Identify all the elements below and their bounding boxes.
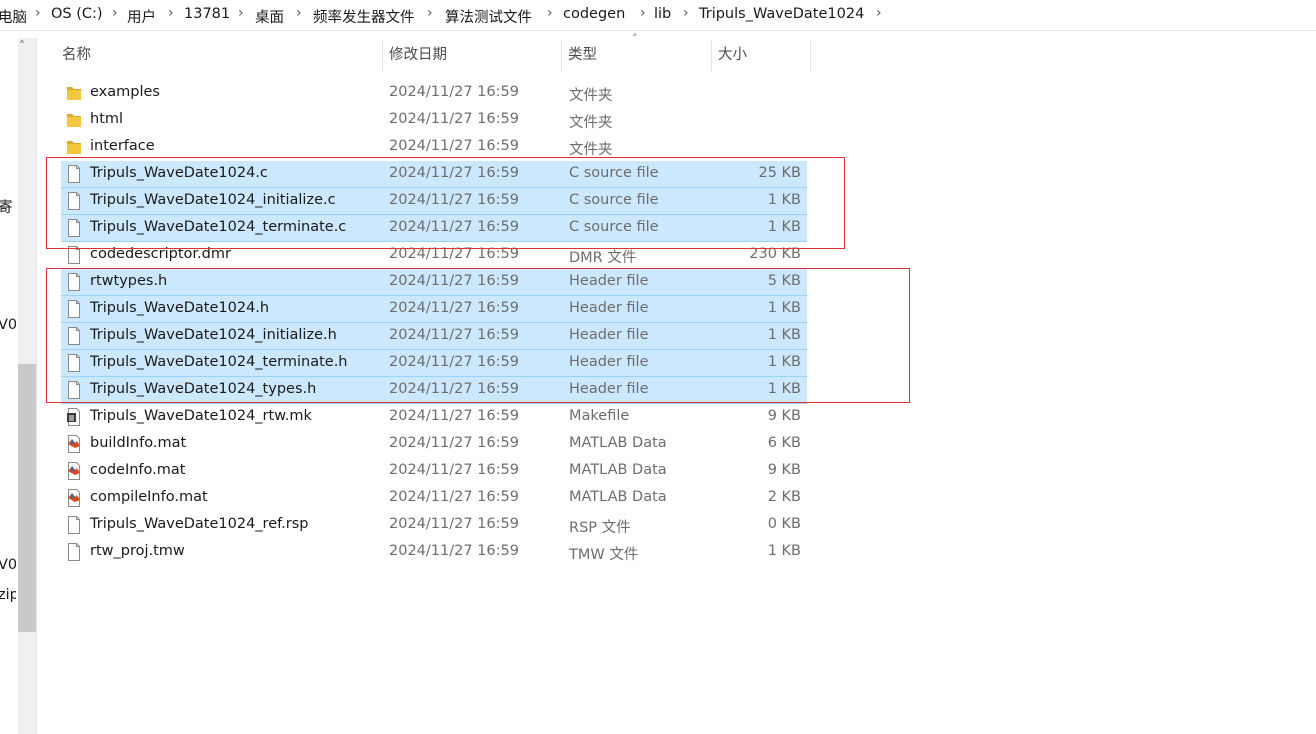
breadcrumb-item[interactable]: 13781 bbox=[184, 6, 230, 22]
column-separator[interactable] bbox=[711, 40, 712, 72]
breadcrumb-item[interactable]: OS (C:) bbox=[51, 6, 103, 22]
column-separator[interactable] bbox=[810, 40, 811, 72]
sort-ascending-icon: ˄ bbox=[632, 32, 638, 45]
file-row[interactable]: html 2024/11/27 16:59 文件夹 bbox=[61, 107, 807, 134]
chevron-right-icon[interactable]: › bbox=[168, 5, 174, 21]
file-icon bbox=[66, 542, 82, 562]
chevron-right-icon[interactable]: › bbox=[296, 5, 302, 21]
chevron-right-icon[interactable]: › bbox=[35, 5, 41, 21]
makefile-icon bbox=[66, 407, 82, 427]
file-name: Tripuls_WaveDate1024_ref.rsp bbox=[90, 516, 309, 532]
file-name: compileInfo.mat bbox=[90, 489, 208, 505]
breadcrumb-item[interactable]: 桌面 bbox=[255, 6, 284, 27]
folder-icon bbox=[66, 137, 82, 157]
chevron-right-icon[interactable]: › bbox=[238, 5, 244, 21]
breadcrumb-item[interactable]: 用户 bbox=[127, 6, 156, 27]
file-date: 2024/11/27 16:59 bbox=[389, 489, 519, 505]
scroll-up-icon[interactable]: ˄ bbox=[19, 40, 25, 52]
chevron-right-icon[interactable]: › bbox=[427, 5, 433, 21]
file-name: buildInfo.mat bbox=[90, 435, 187, 451]
column-header-name[interactable]: 名称 bbox=[57, 40, 383, 72]
file-icon bbox=[66, 515, 82, 535]
column-header-size[interactable]: 大小 bbox=[713, 40, 811, 72]
file-size: 1 KB bbox=[767, 543, 801, 559]
file-row[interactable]: rtw_proj.tmw 2024/11/27 16:59 TMW 文件 1 KB bbox=[61, 539, 807, 566]
file-size: 2 KB bbox=[767, 489, 801, 505]
column-separator[interactable] bbox=[561, 40, 562, 72]
breadcrumb-item[interactable]: 频率发生器文件 bbox=[313, 6, 415, 27]
chevron-right-icon[interactable]: › bbox=[547, 5, 553, 21]
file-row[interactable]: codeInfo.mat 2024/11/27 16:59 MATLAB Data 9… bbox=[61, 458, 807, 485]
matlab-data-icon bbox=[66, 461, 82, 481]
file-row[interactable]: compileInfo.mat 2024/11/27 16:59 MATLAB Da… bbox=[61, 485, 807, 512]
annotation-box-headers bbox=[46, 268, 910, 403]
nav-item-label[interactable]: 寄 bbox=[0, 196, 13, 217]
column-separator[interactable] bbox=[382, 40, 383, 72]
file-size: 9 KB bbox=[767, 408, 801, 424]
chevron-right-icon[interactable]: › bbox=[876, 5, 882, 21]
matlab-data-icon bbox=[66, 434, 82, 454]
breadcrumb-item[interactable]: codegen bbox=[563, 6, 625, 22]
file-type: 文件夹 bbox=[569, 142, 613, 158]
file-row[interactable]: Tripuls_WaveDate1024_rtw.mk 2024/11/27 16… bbox=[61, 404, 807, 431]
file-name: examples bbox=[90, 84, 160, 100]
file-size: 9 KB bbox=[767, 462, 801, 478]
file-type: 文件夹 bbox=[569, 88, 613, 104]
chevron-right-icon[interactable]: › bbox=[640, 5, 646, 21]
file-row[interactable]: buildInfo.mat 2024/11/27 16:59 MATLAB Data… bbox=[61, 431, 807, 458]
chevron-right-icon[interactable]: › bbox=[112, 5, 118, 21]
matlab-data-icon bbox=[66, 488, 82, 508]
file-name: rtw_proj.tmw bbox=[90, 543, 185, 559]
breadcrumb-item[interactable]: 算法测试文件 bbox=[445, 6, 532, 27]
file-date: 2024/11/27 16:59 bbox=[389, 462, 519, 478]
folder-icon bbox=[66, 83, 82, 103]
folder-icon bbox=[66, 110, 82, 130]
file-type: 文件夹 bbox=[569, 115, 613, 131]
nav-item-label[interactable]: zip bbox=[0, 587, 16, 603]
file-date: 2024/11/27 16:59 bbox=[389, 84, 519, 100]
file-name: codeInfo.mat bbox=[90, 462, 186, 478]
navigation-pane[interactable]: 寄 V0. V0. zip bbox=[0, 31, 16, 734]
column-header-date[interactable]: 修改日期 bbox=[384, 40, 561, 72]
file-row[interactable]: examples 2024/11/27 16:59 文件夹 bbox=[61, 80, 807, 107]
file-type: MATLAB Data bbox=[569, 435, 667, 451]
file-row[interactable]: Tripuls_WaveDate1024_ref.rsp 2024/11/27 1… bbox=[61, 512, 807, 539]
file-type: MATLAB Data bbox=[569, 462, 667, 478]
file-date: 2024/11/27 16:59 bbox=[389, 408, 519, 424]
breadcrumb-item[interactable]: lib bbox=[654, 6, 671, 22]
file-date: 2024/11/27 16:59 bbox=[389, 138, 519, 154]
column-header-name-label: 名称 bbox=[62, 47, 91, 63]
file-type: MATLAB Data bbox=[569, 489, 667, 505]
nav-scrollbar-thumb[interactable] bbox=[18, 364, 36, 632]
file-size: 6 KB bbox=[767, 435, 801, 451]
file-name: interface bbox=[90, 138, 155, 154]
file-type: TMW 文件 bbox=[569, 547, 639, 563]
column-header-type-label: 类型 bbox=[568, 47, 597, 63]
nav-item-label[interactable]: V0. bbox=[0, 557, 16, 573]
file-date: 2024/11/27 16:59 bbox=[389, 111, 519, 127]
file-name: Tripuls_WaveDate1024_rtw.mk bbox=[90, 408, 312, 424]
file-type: Makefile bbox=[569, 408, 630, 424]
file-size: 0 KB bbox=[767, 516, 801, 532]
column-header-size-label: 大小 bbox=[718, 47, 747, 63]
file-type: DMR 文件 bbox=[569, 250, 637, 266]
breadcrumb-item[interactable]: 电脑 bbox=[0, 6, 27, 27]
column-header-date-label: 修改日期 bbox=[389, 47, 447, 63]
pane-divider bbox=[36, 38, 37, 734]
file-name: html bbox=[90, 111, 124, 127]
breadcrumb: 电脑 › OS (C:) › 用户 › 13781 › 桌面 › 频率发生器文件 › 算法测试文件 › co… bbox=[0, 0, 1316, 31]
nav-item-label[interactable]: V0. bbox=[0, 317, 16, 333]
breadcrumb-item[interactable]: Tripuls_WaveDate1024 bbox=[699, 6, 864, 22]
annotation-box-c-sources bbox=[46, 157, 845, 249]
file-type: RSP 文件 bbox=[569, 520, 631, 536]
file-date: 2024/11/27 16:59 bbox=[389, 543, 519, 559]
file-date: 2024/11/27 16:59 bbox=[389, 435, 519, 451]
file-date: 2024/11/27 16:59 bbox=[389, 516, 519, 532]
chevron-right-icon[interactable]: › bbox=[683, 5, 689, 21]
